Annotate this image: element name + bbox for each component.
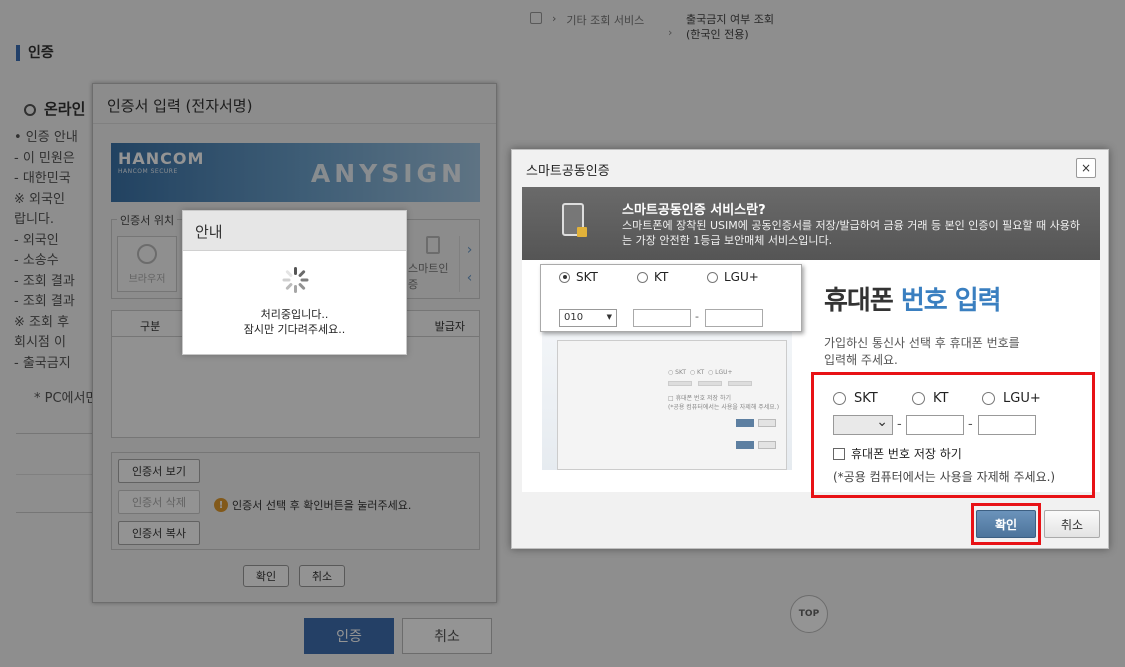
radio-icon — [833, 392, 846, 405]
zoom-input — [633, 309, 691, 327]
phone-input-description: 가입하신 통신사 선택 후 휴대폰 번호를 입력해 주세요. — [824, 336, 1020, 367]
radio-icon — [982, 392, 995, 405]
intro-description: 스마트폰에 장착된 USIM에 공동인증서를 저장/발급하여 금융 거래 등 본… — [622, 219, 1080, 247]
phone-form-highlight: SKT KT LGU+ - - 휴대폰 번호 저장 하기 (*공용 컴퓨터에서는… — [811, 372, 1095, 498]
close-icon[interactable]: × — [1076, 158, 1096, 178]
public-pc-note: (*공용 컴퓨터에서는 사용을 자제해 주세요.) — [833, 470, 1056, 484]
radio-icon — [707, 271, 718, 283]
smart-cancel-button[interactable]: 취소 — [1044, 510, 1100, 538]
phone-prefix-select[interactable] — [833, 414, 893, 435]
smart-cert-dialog: 스마트공동인증 × 스마트공동인증 서비스란? 스마트폰에 장착된 USIM에 … — [511, 149, 1109, 549]
checkbox-icon — [833, 447, 845, 460]
spinner-icon — [282, 267, 308, 293]
radio-icon — [559, 271, 570, 283]
smart-dialog-title: 스마트공동인증 — [526, 164, 610, 179]
radio-icon — [912, 392, 925, 405]
smart-body: ○ SKT ○ KT ○ LGU+ □ 휴대폰 번호 저장 하기 (*공용 컴퓨… — [522, 260, 1100, 498]
smart-ok-button[interactable]: 확인 — [976, 510, 1036, 538]
phone-last-input[interactable] — [978, 415, 1036, 435]
save-phone-checkbox[interactable]: 휴대폰 번호 저장 하기 — [833, 445, 962, 462]
illustration-zoom: SKT KT LGU+ 010 - — [540, 264, 802, 332]
phone-input-heading: 휴대폰 번호 입력 — [824, 286, 1002, 316]
zoom-input — [705, 309, 763, 327]
radio-icon — [637, 271, 648, 283]
illustration-window: ○ SKT ○ KT ○ LGU+ □ 휴대폰 번호 저장 하기 (*공용 컴퓨… — [557, 340, 787, 470]
intro-title: 스마트공동인증 서비스란? — [622, 203, 766, 218]
carrier-radio-kt[interactable]: KT — [912, 391, 948, 406]
smartphone-usim-icon — [562, 203, 587, 237]
loading-dialog: 안내 처리중입니다.. 잠시만 기다려주세요.. — [182, 210, 407, 355]
carrier-radio-lgu[interactable]: LGU+ — [982, 391, 1041, 406]
loading-message: 처리중입니다.. 잠시만 기다려주세요.. — [243, 308, 346, 336]
loading-title: 안내 — [183, 211, 406, 251]
phone-middle-input[interactable] — [906, 415, 964, 435]
zoom-prefix-select: 010 — [559, 309, 617, 327]
carrier-radio-skt[interactable]: SKT — [833, 391, 878, 406]
intro-banner: 스마트공동인증 서비스란? 스마트폰에 장착된 USIM에 공동인증서를 저장/… — [522, 187, 1100, 260]
